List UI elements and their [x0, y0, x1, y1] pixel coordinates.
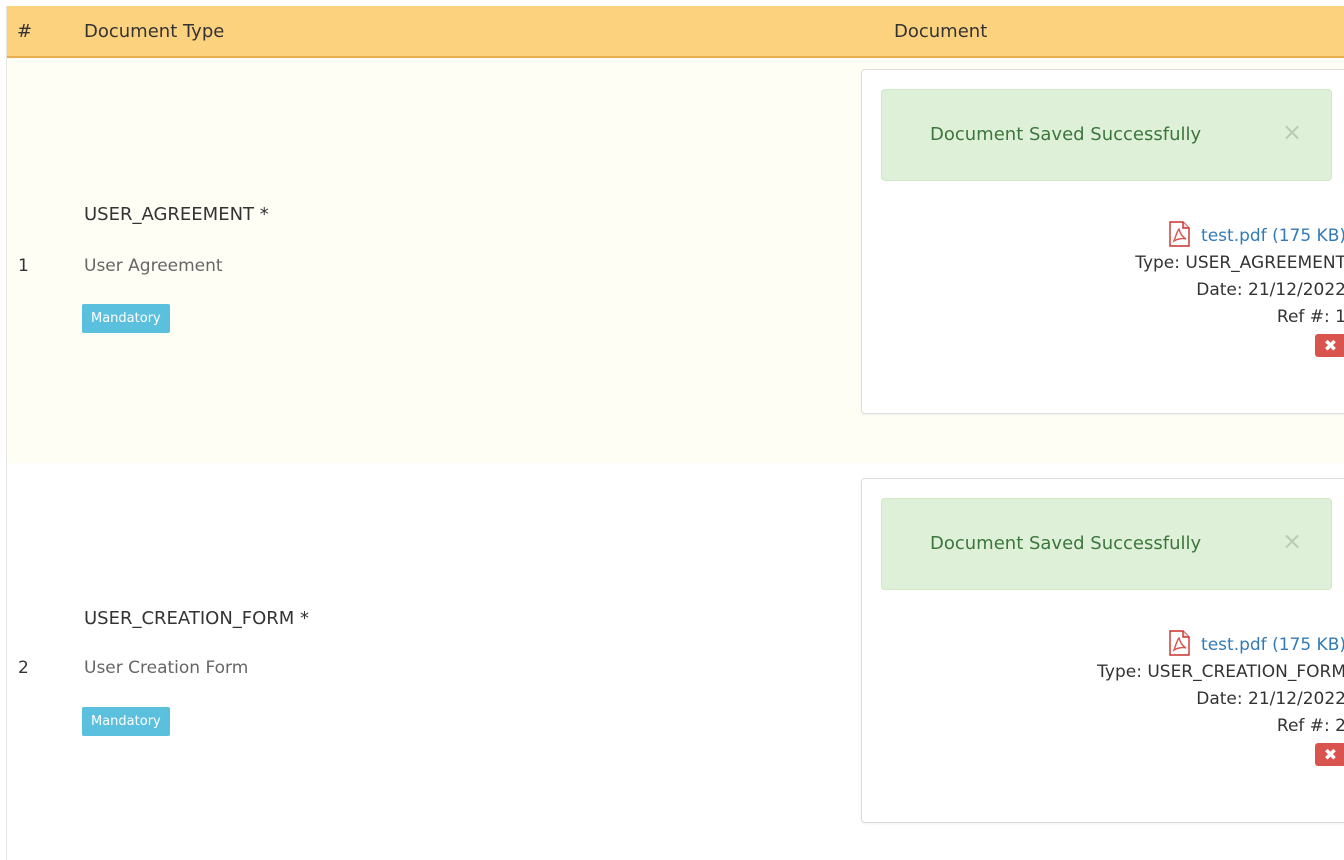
- document-type-code: USER_AGREEMENT *: [84, 204, 269, 225]
- pdf-file-icon: [1169, 630, 1190, 656]
- document-type-description: User Agreement: [84, 256, 223, 276]
- file-link[interactable]: test.pdf (175 KB): [1201, 226, 1344, 246]
- file-ref: Ref #: 2: [1276, 716, 1344, 736]
- file-info: test.pdf (175 KB) Type: USER_CREATION_FO…: [1046, 630, 1344, 767]
- file-ref: Ref #: 1: [1276, 307, 1344, 327]
- table-row: 2 USER_CREATION_FORM * User Creation For…: [7, 463, 1344, 860]
- document-type-description: User Creation Form: [84, 658, 249, 678]
- column-header-number: #: [17, 21, 33, 42]
- file-type: Type: USER_CREATION_FORM: [1097, 662, 1344, 682]
- delete-icon: ✖: [1323, 744, 1338, 764]
- file-date: Date: 21/12/2022: [1196, 280, 1344, 300]
- row-number: 2: [18, 658, 29, 678]
- success-message: Document Saved Successfully: [930, 533, 1202, 554]
- success-alert: Document Saved Successfully ×: [881, 89, 1332, 181]
- delete-button[interactable]: ✖: [1315, 742, 1344, 766]
- delete-icon: ✖: [1323, 335, 1338, 355]
- column-header-document-type: Document Type: [84, 21, 225, 42]
- close-icon[interactable]: ×: [1282, 120, 1302, 144]
- success-alert: Document Saved Successfully ×: [881, 498, 1332, 590]
- file-date: Date: 21/12/2022: [1196, 689, 1344, 709]
- document-type-code: USER_CREATION_FORM *: [84, 608, 310, 629]
- success-message: Document Saved Successfully: [930, 124, 1202, 145]
- mandatory-badge: Mandatory: [82, 707, 170, 736]
- table-row: 1 USER_AGREEMENT * User Agreement Mandat…: [7, 58, 1344, 463]
- close-icon[interactable]: ×: [1282, 529, 1302, 553]
- documents-table: # Document Type Document 1 USER_AGREEMEN…: [6, 6, 1344, 860]
- file-link[interactable]: test.pdf (175 KB): [1201, 635, 1344, 655]
- table-header: # Document Type Document: [7, 6, 1344, 58]
- column-header-document: Document: [894, 21, 988, 42]
- document-panel: Document Saved Successfully × test.pdf (…: [861, 478, 1344, 823]
- row-number: 1: [18, 256, 29, 276]
- file-type: Type: USER_AGREEMENT: [1135, 253, 1344, 273]
- delete-button[interactable]: ✖: [1315, 333, 1344, 357]
- document-panel: Document Saved Successfully × test.pdf (…: [861, 69, 1344, 414]
- file-info: test.pdf (175 KB) Type: USER_AGREEMENT D…: [1046, 221, 1344, 358]
- pdf-file-icon: [1169, 221, 1190, 247]
- mandatory-badge: Mandatory: [82, 304, 170, 333]
